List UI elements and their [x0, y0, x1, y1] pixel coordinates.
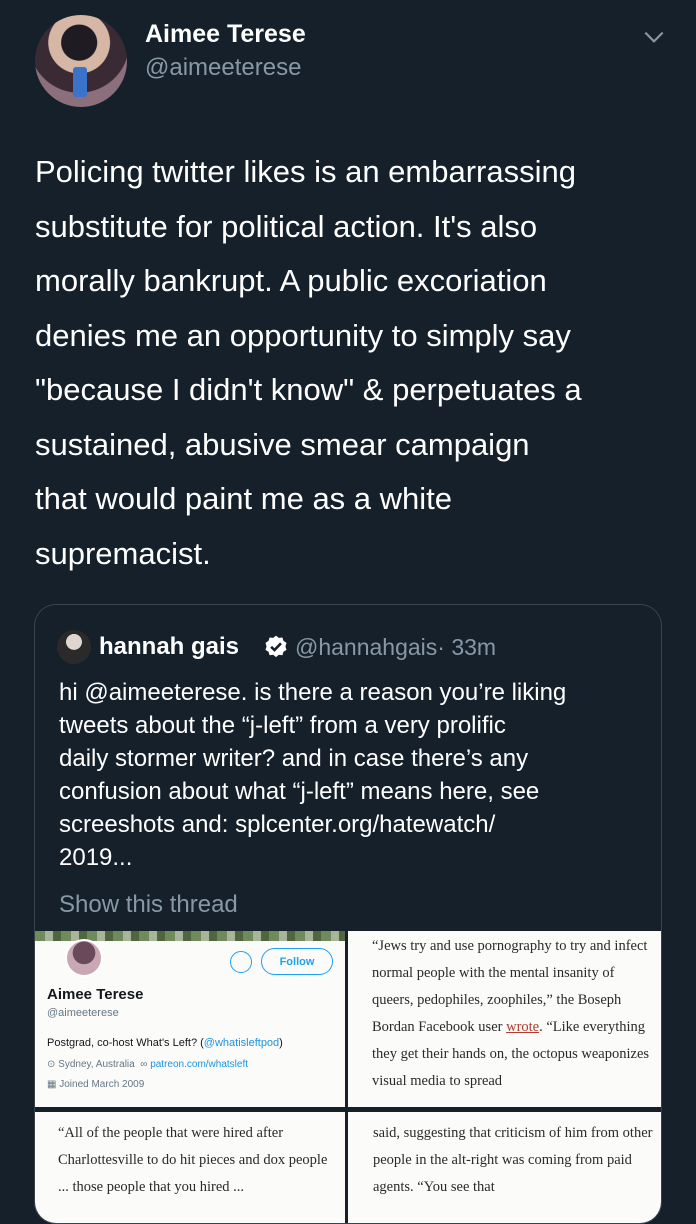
profile-website: patreon.com/whatsleft [150, 1059, 249, 1070]
location-pin-icon: ⊙ [47, 1059, 56, 1070]
profile-meta: ⊙ Sydney, Australia ∞ patreon.com/whatsl… [47, 1059, 248, 1070]
calendar-icon: ▦ [47, 1079, 57, 1090]
profile-joined: Joined March 2009 [59, 1079, 145, 1090]
link-icon: ∞ [140, 1059, 148, 1070]
quoted-time[interactable]: · 33m [437, 634, 496, 660]
quoted-tweet[interactable]: hannah gais @hannahgais· 33m hi @aimeete… [34, 604, 662, 1224]
envelope-icon [230, 951, 252, 973]
profile-handle: @aimeeterese [47, 1007, 119, 1019]
image-article-excerpt-2[interactable]: “All of the people that were hired after… [35, 1112, 345, 1223]
quoted-tweet-text: hi @aimeeterese. is there a reason you’r… [59, 679, 567, 871]
tweet-text: Policing twitter likes is an embarrassin… [35, 154, 582, 571]
show-thread-link[interactable]: Show this thread [59, 891, 238, 919]
image-article-excerpt-3[interactable]: said, suggesting that criticism of him f… [348, 1112, 661, 1223]
image-article-excerpt-1[interactable]: “Jews try and use pornography to try and… [348, 931, 661, 1107]
quoted-author-avatar[interactable] [57, 630, 91, 664]
verified-badge-icon [265, 635, 287, 658]
profile-name: Aimee Terese [47, 986, 144, 1003]
article-excerpt-text: said, suggesting that criticism of him f… [373, 1125, 653, 1195]
chevron-down-icon[interactable] [641, 24, 667, 50]
quoted-author-handle-time[interactable]: @hannahgais· 33m [295, 634, 496, 661]
article-excerpt-text: “Jews try and use pornography to try and… [372, 933, 652, 1095]
bio-suffix: ) [279, 1037, 283, 1049]
author-avatar[interactable] [35, 15, 127, 107]
bio-link: @whatisleftpod [203, 1037, 280, 1049]
profile-avatar [65, 939, 103, 977]
author-handle[interactable]: @aimeeterese [145, 54, 301, 82]
bio-prefix: Postgrad, co-host What's Left? ( [47, 1037, 204, 1049]
avatar-can-detail [73, 67, 87, 97]
profile-bio: Postgrad, co-host What's Left? (@whatisl… [47, 1037, 283, 1049]
image-profile-screenshot[interactable]: Follow Aimee Terese @aimeeterese Postgra… [35, 931, 345, 1107]
profile-joined-row: ▦ Joined March 2009 [47, 1079, 144, 1090]
article-excerpt-text: “All of the people that were hired after… [58, 1125, 328, 1195]
author-name[interactable]: Aimee Terese [145, 20, 306, 49]
quoted-author-name[interactable]: hannah gais [99, 633, 239, 661]
attached-images[interactable]: Follow Aimee Terese @aimeeterese Postgra… [35, 931, 661, 1223]
follow-button: Follow [261, 948, 333, 975]
profile-location: Sydney, Australia [58, 1059, 135, 1070]
excerpt-link: wrote [506, 1019, 540, 1035]
quoted-handle[interactable]: @hannahgais [295, 634, 437, 660]
